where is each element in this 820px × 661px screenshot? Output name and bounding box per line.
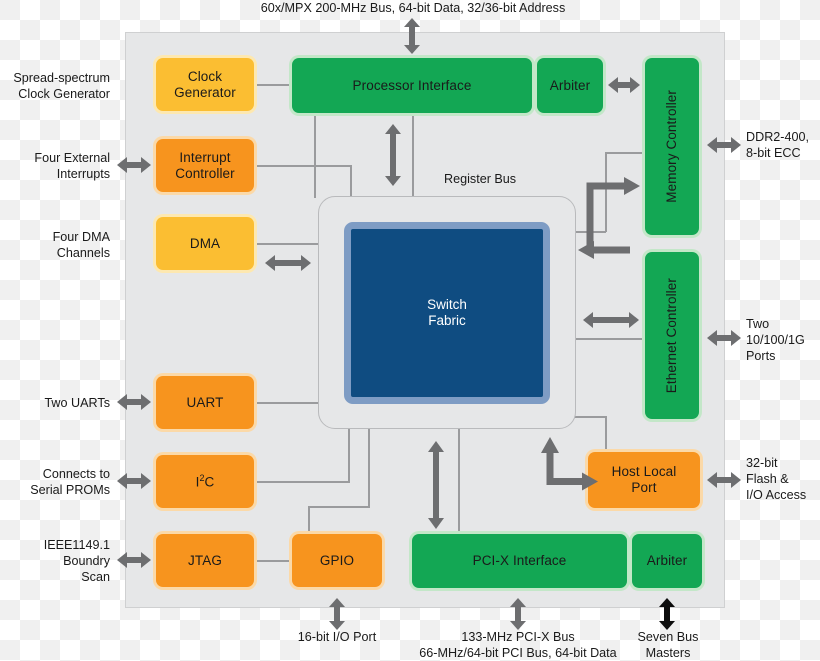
jtag-label: JTAG <box>188 552 222 568</box>
arrow-dma-fabric <box>265 255 311 271</box>
arrow-arbiter-top-external <box>608 77 640 93</box>
block-gpio[interactable]: GPIO <box>292 534 382 587</box>
label-spread-spectrum-clock: Spread-spectrum Clock Generator <box>13 71 110 102</box>
arrow-jtag-external <box>117 552 151 568</box>
block-i2c[interactable]: I2C <box>156 455 254 508</box>
wire-pcix-v <box>458 428 460 536</box>
label-ieee1149-boundry-scan: IEEE1149.1 Boundry Scan <box>43 538 110 585</box>
block-host-local-port[interactable]: Host Local Port <box>588 452 700 508</box>
wire-procif-v <box>412 113 414 198</box>
wire-irq-v <box>350 165 352 198</box>
uart-label: UART <box>186 394 224 410</box>
arbiter-top-label: Arbiter <box>549 77 591 93</box>
arrow-memory-external <box>707 137 741 153</box>
block-uart[interactable]: UART <box>156 376 254 429</box>
label-four-external-interrupts: Four External Interrupts <box>34 151 110 182</box>
arrow-pcix-external <box>510 598 526 630</box>
switch-fabric-block[interactable]: Switch Fabric <box>344 222 550 404</box>
wire-uart-h <box>254 402 318 404</box>
i2c-label: I2C <box>195 472 215 490</box>
ethernet-controller-label: Ethernet Controller <box>664 277 680 394</box>
wire-irq-h <box>254 165 352 167</box>
wire-jtag-v2 <box>368 428 370 506</box>
block-arbiter-top[interactable]: Arbiter <box>537 58 603 113</box>
arrow-procif-regbus <box>384 124 402 186</box>
wire-dma-h <box>254 243 318 245</box>
arrow-ethernet-external <box>707 330 741 346</box>
label-top-bus: 60x/MPX 200-MHz Bus, 64-bit Data, 32/36-… <box>260 1 566 15</box>
label-two-uarts: Two UARTs <box>44 396 110 410</box>
label-pcix-bus: 133-MHz PCI-X Bus 66-MHz/64-bit PCI Bus,… <box>419 630 617 661</box>
gpio-label: GPIO <box>319 552 355 568</box>
host-local-port-label: Host Local Port <box>611 464 677 495</box>
dma-label: DMA <box>189 235 221 251</box>
arrow-hostlocal-external <box>707 472 741 488</box>
arrow-external-interrupts <box>117 157 151 173</box>
arrow-arbiter-bottom-external <box>659 598 675 630</box>
processor-interface-label: Processor Interface <box>352 77 472 93</box>
wire-i2c-h <box>254 481 350 483</box>
arrow-i2c-external <box>117 473 151 489</box>
label-16bit-io-port: 16-bit I/O Port <box>297 630 377 644</box>
label-four-dma-channels: Four DMA Channels <box>52 230 110 261</box>
block-diagram-canvas: Switch Fabric Register Bus Clock Generat… <box>0 0 820 661</box>
block-jtag[interactable]: JTAG <box>156 534 254 587</box>
label-connects-serial-proms: Connects to Serial PROMs <box>30 467 110 498</box>
label-two-ethernet-ports: Two 10/100/1G Ports <box>746 317 805 364</box>
block-memory-controller[interactable]: Memory Controller <box>645 58 699 235</box>
wire-eth-h <box>576 338 644 340</box>
arrow-fabric-pcix <box>427 441 445 529</box>
wire-mem-h <box>605 152 649 154</box>
arbiter-bottom-label: Arbiter <box>646 553 688 569</box>
label-32bit-flash-io: 32-bit Flash & I/O Access <box>746 456 807 503</box>
switch-fabric-label: Switch Fabric <box>427 296 467 328</box>
arrow-fabric-memory-bent <box>578 158 648 259</box>
block-interrupt-controller[interactable]: Interrupt Controller <box>156 139 254 192</box>
arrow-gpio-external <box>329 598 345 630</box>
register-bus-label: Register Bus <box>444 172 517 186</box>
block-dma[interactable]: DMA <box>156 217 254 270</box>
memory-controller-label: Memory Controller <box>664 90 680 203</box>
wire-hlp-v <box>605 416 607 454</box>
wire-i2c-v <box>348 428 350 481</box>
arrow-fabric-ethernet <box>583 312 639 328</box>
block-arbiter-bottom[interactable]: Arbiter <box>632 534 702 588</box>
block-pcix-interface[interactable]: PCI-X Interface <box>412 534 627 588</box>
label-seven-bus-masters: Seven Bus Masters <box>637 630 699 661</box>
arrow-top-bus <box>403 18 421 54</box>
pcix-interface-label: PCI-X Interface <box>472 553 567 569</box>
arrow-fabric-hostlocal-bent <box>538 437 598 497</box>
arrow-uart-external <box>117 394 151 410</box>
interrupt-controller-label: Interrupt Controller <box>175 149 235 181</box>
wire-jtag-h2 <box>308 506 370 508</box>
clock-generator-label: Clock Generator <box>174 68 236 100</box>
label-ddr2-400: DDR2-400, 8-bit ECC <box>746 130 809 161</box>
block-ethernet-controller[interactable]: Ethernet Controller <box>645 252 699 419</box>
block-processor-interface[interactable]: Processor Interface <box>292 58 532 113</box>
block-clock-generator[interactable]: Clock Generator <box>156 58 254 111</box>
